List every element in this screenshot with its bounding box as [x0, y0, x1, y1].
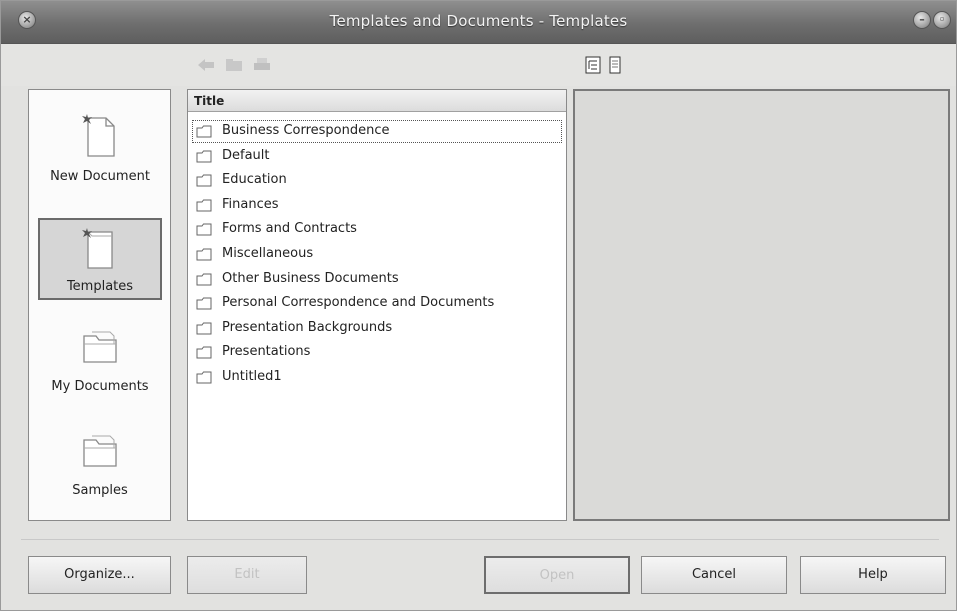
list-item-label: Forms and Contracts — [222, 221, 357, 237]
list-item[interactable]: Untitled1 — [188, 365, 566, 390]
folder-icon — [196, 223, 212, 236]
category-sidebar: New Document Templates My Documents Samp… — [28, 89, 171, 521]
sidebar-item-label: New Document — [50, 169, 150, 184]
sidebar-item-my-documents[interactable]: My Documents — [38, 316, 162, 398]
list-item-label: Finances — [222, 196, 279, 212]
samples-folder-icon — [83, 435, 117, 467]
folder-icon — [196, 125, 212, 138]
list-item-label: Other Business Documents — [222, 270, 399, 286]
template-rows: Business Correspondence Default Education F… — [188, 119, 566, 390]
edit-button[interactable]: Edit — [187, 556, 307, 594]
folder-icon — [196, 174, 212, 187]
list-item[interactable]: Finances — [188, 193, 566, 218]
list-item[interactable]: Personal Correspondence and Documents — [188, 291, 566, 316]
list-item[interactable]: Forms and Contracts — [188, 217, 566, 242]
column-header-title[interactable]: Title — [188, 90, 566, 112]
folder-icon — [196, 346, 212, 359]
sidebar-item-samples[interactable]: Samples — [38, 420, 162, 502]
document-preview-icon[interactable] — [606, 56, 624, 74]
my-documents-folder-icon — [83, 331, 117, 363]
sidebar-item-label: Samples — [72, 483, 128, 498]
folder-icon — [196, 273, 212, 286]
sidebar-item-templates[interactable]: Templates — [38, 218, 162, 300]
folder-icon — [196, 371, 212, 384]
list-item-label: Presentations — [222, 344, 311, 360]
window-title: Templates and Documents - Templates — [329, 12, 628, 30]
toolbar — [1, 44, 956, 86]
folder-icon — [196, 199, 212, 212]
folder-up-icon[interactable] — [225, 56, 243, 74]
print-icon[interactable] — [253, 56, 271, 74]
list-item-label: Untitled1 — [222, 368, 282, 384]
list-item[interactable]: Education — [188, 168, 566, 193]
template-list[interactable]: Title Business Correspondence Default Educ… — [187, 89, 567, 521]
list-item[interactable]: Miscellaneous — [188, 242, 566, 267]
details-view-icon[interactable] — [584, 56, 602, 74]
sidebar-item-new-document[interactable]: New Document — [38, 106, 162, 188]
sidebar-item-label: My Documents — [51, 379, 149, 394]
cancel-button[interactable]: Cancel — [641, 556, 787, 594]
title-bar: × Templates and Documents - Templates – … — [1, 1, 956, 44]
maximize-icon[interactable]: ◦ — [933, 11, 951, 29]
folder-icon — [196, 322, 212, 335]
organize-button[interactable]: Organize... — [28, 556, 171, 594]
list-item-label: Default — [222, 147, 270, 163]
list-item[interactable]: Default — [188, 144, 566, 169]
list-item-label: Presentation Backgrounds — [222, 319, 393, 335]
list-item[interactable]: Other Business Documents — [188, 267, 566, 292]
divider — [21, 539, 939, 540]
open-button[interactable]: Open — [484, 556, 630, 594]
list-item-label: Miscellaneous — [222, 245, 314, 261]
list-item[interactable]: Business Correspondence — [191, 119, 563, 144]
minimize-icon[interactable]: – — [913, 11, 931, 29]
templates-dialog: × Templates and Documents - Templates – … — [0, 0, 957, 611]
list-item-label: Education — [222, 172, 287, 188]
templates-icon — [82, 228, 113, 269]
preview-pane — [573, 89, 950, 521]
help-button[interactable]: Help — [800, 556, 946, 594]
folder-icon — [196, 150, 212, 163]
folder-icon — [196, 248, 212, 261]
back-arrow-icon[interactable] — [197, 56, 215, 74]
list-item-label: Personal Correspondence and Documents — [222, 295, 495, 311]
list-item-label: Business Correspondence — [222, 123, 390, 138]
list-item[interactable]: Presentations — [188, 340, 566, 365]
list-item[interactable]: Presentation Backgrounds — [188, 316, 566, 341]
new-document-icon — [82, 114, 115, 157]
sidebar-item-label: Templates — [66, 279, 134, 294]
folder-icon — [196, 297, 212, 310]
